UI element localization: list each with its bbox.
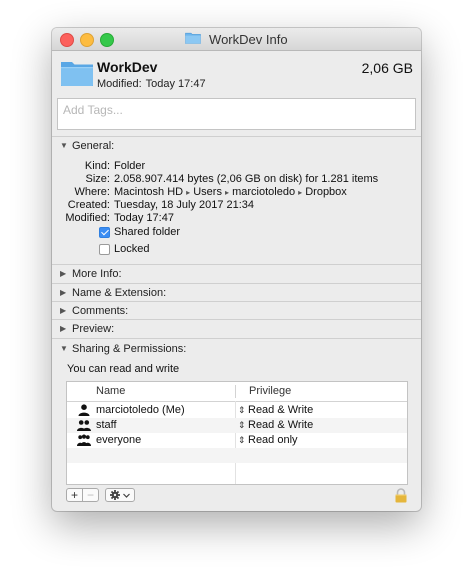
locked-checkbox[interactable] bbox=[99, 244, 110, 255]
table-row-empty bbox=[67, 463, 407, 478]
info-window: WorkDev Info WorkDev Modified: Today 17:4… bbox=[52, 28, 421, 511]
section-more-info[interactable]: More Info: bbox=[72, 268, 122, 280]
folder-icon bbox=[61, 62, 93, 86]
modified-row: Modified: Today 17:47 bbox=[52, 212, 421, 226]
updown-arrows-icon[interactable]: ⇕ bbox=[238, 403, 246, 417]
group-icon bbox=[77, 420, 91, 431]
column-header-name[interactable]: Name bbox=[96, 385, 125, 397]
header-modified: Modified: Today 17:47 bbox=[97, 78, 206, 90]
item-name: WorkDev bbox=[97, 59, 158, 75]
add-button[interactable]: + bbox=[66, 488, 83, 502]
table-row[interactable]: everyone ⇕ Read only bbox=[67, 433, 407, 448]
table-row[interactable]: staff ⇕ Read & Write bbox=[67, 418, 407, 433]
everyone-icon bbox=[77, 434, 91, 446]
kind-label: Kind: bbox=[84, 160, 110, 172]
updown-arrows-icon[interactable]: ⇕ bbox=[238, 433, 246, 447]
divider bbox=[52, 338, 421, 339]
column-divider bbox=[235, 385, 236, 398]
action-menu-button[interactable] bbox=[105, 488, 135, 502]
tags-input[interactable] bbox=[63, 103, 410, 117]
column-header-privilege[interactable]: Privilege bbox=[249, 385, 291, 397]
section-general[interactable]: General: bbox=[72, 140, 114, 152]
created-value: Tuesday, 18 July 2017 21:34 bbox=[114, 199, 255, 211]
privilege-select[interactable]: Read & Write bbox=[248, 404, 313, 416]
divider bbox=[52, 264, 421, 265]
remove-button[interactable]: − bbox=[82, 488, 99, 502]
header-modified-value: Today 17:47 bbox=[145, 78, 206, 90]
disclosure-open-icon[interactable]: ▼ bbox=[60, 344, 68, 353]
size-label: Size: bbox=[85, 173, 110, 185]
path-arrow-icon: ▸ bbox=[186, 188, 191, 197]
section-comments[interactable]: Comments: bbox=[72, 305, 128, 317]
disclosure-closed-icon[interactable]: ▶ bbox=[60, 288, 66, 297]
window-title: WorkDev Info bbox=[209, 32, 288, 48]
section-name-extension[interactable]: Name & Extension: bbox=[72, 287, 166, 299]
user-name: everyone bbox=[96, 434, 142, 446]
shared-folder-checkbox[interactable] bbox=[99, 227, 110, 238]
disclosure-closed-icon[interactable]: ▶ bbox=[60, 269, 66, 278]
tags-field[interactable] bbox=[57, 98, 416, 130]
permissions-toolbar: + − bbox=[66, 488, 408, 504]
user-name: marciotoledo (Me) bbox=[96, 404, 185, 416]
kind-row: Kind: Folder bbox=[52, 160, 421, 174]
privilege-select[interactable]: Read only bbox=[248, 434, 298, 446]
path-component: Users bbox=[193, 186, 222, 198]
shared-folder-label[interactable]: Shared folder bbox=[114, 226, 180, 238]
folder-icon bbox=[185, 32, 202, 44]
divider bbox=[52, 319, 421, 320]
table-row[interactable]: marciotoledo (Me) ⇕ Read & Write bbox=[67, 403, 407, 418]
table-row-empty bbox=[67, 448, 407, 463]
permissions-table[interactable]: Name Privilege marciotoledo (Me) ⇕ Read … bbox=[66, 381, 408, 485]
section-sharing-permissions[interactable]: Sharing & Permissions: bbox=[72, 343, 186, 355]
created-label: Created: bbox=[67, 199, 110, 211]
locked-label[interactable]: Locked bbox=[114, 243, 149, 255]
path-component: Macintosh HD bbox=[114, 186, 184, 198]
disclosure-closed-icon[interactable]: ▶ bbox=[60, 306, 66, 315]
where-path: Macintosh HD ▸ Users ▸ marciotoledo ▸ Dr… bbox=[114, 186, 347, 198]
size-value: 2.058.907.414 bytes (2,06 GB on disk) fo… bbox=[114, 173, 379, 185]
header-modified-label: Modified: bbox=[97, 78, 142, 90]
permission-note: You can read and write bbox=[67, 363, 180, 375]
gear-icon bbox=[110, 490, 130, 500]
modified-value: Today 17:47 bbox=[114, 212, 174, 224]
table-header: Name Privilege bbox=[67, 382, 407, 402]
size-row: Size: 2.058.907.414 bytes (2,06 GB on di… bbox=[52, 173, 421, 187]
path-arrow-icon: ▸ bbox=[225, 188, 230, 197]
divider bbox=[52, 136, 421, 137]
disclosure-open-icon[interactable]: ▼ bbox=[60, 141, 68, 150]
disclosure-closed-icon[interactable]: ▶ bbox=[60, 324, 66, 333]
lock-icon[interactable] bbox=[394, 488, 408, 503]
title-bar[interactable]: WorkDev Info bbox=[52, 28, 421, 51]
divider bbox=[52, 283, 421, 284]
path-component: marciotoledo bbox=[232, 186, 296, 198]
user-icon bbox=[78, 404, 90, 416]
privilege-select[interactable]: Read & Write bbox=[248, 419, 313, 431]
created-row: Created: Tuesday, 18 July 2017 21:34 bbox=[52, 199, 421, 213]
header-size: 2,06 GB bbox=[361, 60, 413, 76]
user-name: staff bbox=[96, 419, 117, 431]
path-arrow-icon: ▸ bbox=[298, 188, 303, 197]
path-component: Dropbox bbox=[305, 186, 347, 198]
window-title-group: WorkDev Info bbox=[52, 31, 421, 47]
where-row: Where: Macintosh HD ▸ Users ▸ marciotole… bbox=[52, 186, 421, 200]
info-header: WorkDev Modified: Today 17:47 2,06 GB bbox=[52, 51, 421, 95]
modified-label: Modified: bbox=[65, 212, 110, 224]
updown-arrows-icon[interactable]: ⇕ bbox=[238, 418, 246, 432]
chevron-down-icon bbox=[123, 493, 130, 498]
section-preview[interactable]: Preview: bbox=[72, 323, 114, 335]
where-label: Where: bbox=[74, 186, 110, 198]
divider bbox=[52, 301, 421, 302]
kind-value: Folder bbox=[114, 160, 146, 172]
